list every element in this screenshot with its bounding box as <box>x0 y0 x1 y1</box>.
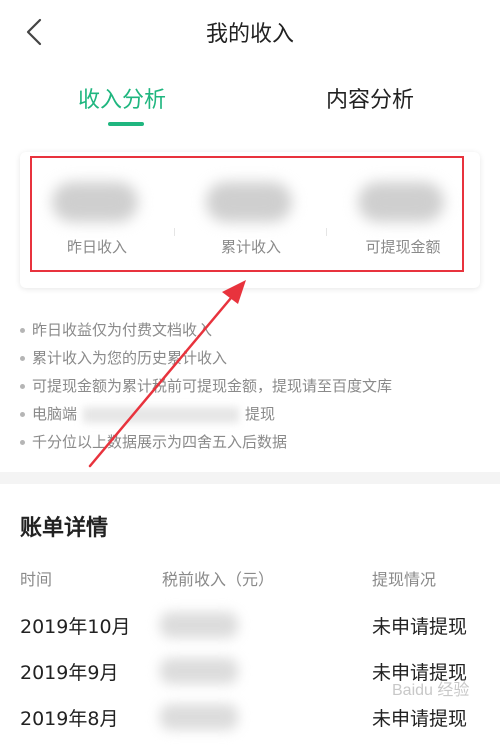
column-header-time: 时间 <box>20 570 53 589</box>
blurred-amount <box>160 612 238 638</box>
note-item: 昨日收益仅为付费文档收入 <box>20 316 480 344</box>
column-header-income: 税前收入（元） <box>162 570 275 589</box>
row-date: 2019年9月 <box>20 662 119 684</box>
note-item: 可提现金额为累计税前可提现金额，提现请至百度文库 <box>20 372 480 400</box>
tab-bar: 收入分析 内容分析 <box>0 64 500 132</box>
header-bar: 我的收入 <box>0 0 500 65</box>
page-title: 我的收入 <box>205 22 294 47</box>
blurred-amount <box>160 658 238 684</box>
active-tab-indicator <box>108 122 144 126</box>
table-row[interactable]: 2019年10月 未申请提现 <box>0 612 500 662</box>
column-header-status: 提现情况 <box>372 570 437 589</box>
row-status: 未申请提现 <box>372 616 468 638</box>
tab-content-analysis[interactable]: 内容分析 <box>326 82 414 114</box>
section-divider <box>0 472 500 484</box>
tab-income-analysis[interactable]: 收入分析 <box>78 82 166 114</box>
annotation-highlight-box <box>30 156 464 272</box>
blurred-amount <box>160 704 238 730</box>
row-date: 2019年8月 <box>20 708 119 730</box>
row-date: 2019年10月 <box>20 616 131 638</box>
note-item: 累计收入为您的历史累计收入 <box>20 344 480 372</box>
note-item-continued: 电脑端 提现 <box>20 400 480 428</box>
blurred-url <box>83 406 240 423</box>
bill-section-title: 账单详情 <box>20 516 109 541</box>
row-status: 未申请提现 <box>372 708 468 730</box>
income-notes: 昨日收益仅为付费文档收入 累计收入为您的历史累计收入 可提现金额为累计税前可提现… <box>20 316 480 456</box>
note-item: 千分位以上数据展示为四舍五入后数据 <box>20 428 480 456</box>
table-row[interactable]: 2019年8月 未申请提现 <box>0 704 500 754</box>
watermark: Baidu 经验 <box>392 682 470 699</box>
